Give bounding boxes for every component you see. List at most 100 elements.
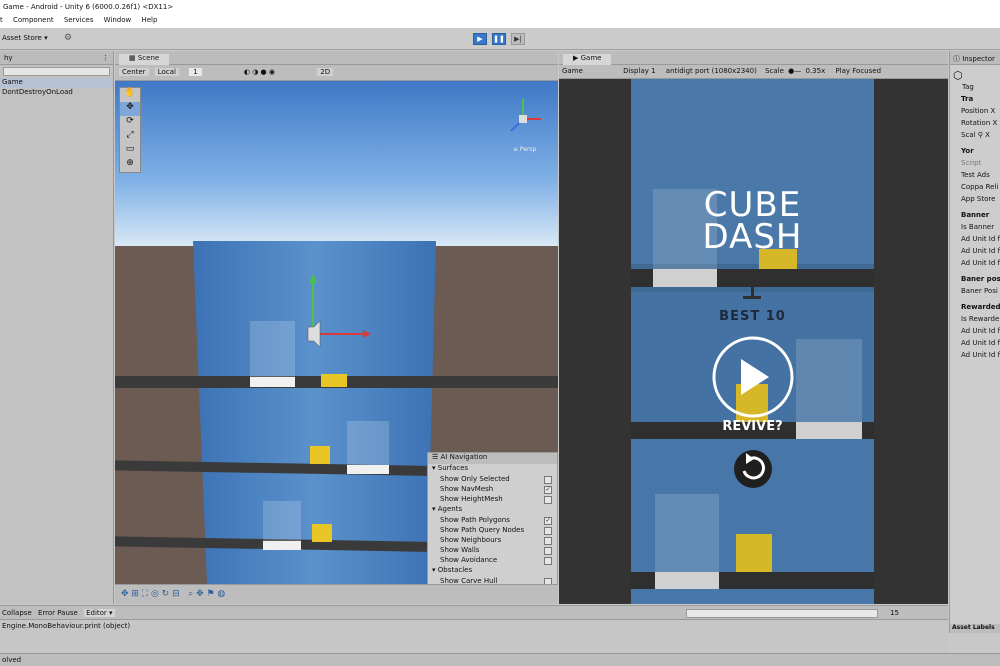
show-heightmesh-toggle[interactable]: Show HeightMesh (428, 495, 557, 505)
gizmo-icons[interactable]: ◐ ◑ ● ◉ (244, 68, 275, 76)
coppa-field[interactable]: Coppa Reli (950, 183, 1000, 195)
game-title-line2: DASH (702, 217, 803, 257)
hierarchy-search-input[interactable] (3, 67, 110, 76)
editor-dropdown[interactable]: Editor ▾ (84, 609, 115, 617)
pause-button[interactable]: ❚❚ (492, 33, 506, 45)
cloud-icon[interactable]: ⚙ (64, 33, 72, 43)
ad-unit-id-field[interactable]: Ad Unit Id f (950, 235, 1000, 247)
ad-unit-id-field[interactable]: Ad Unit Id f (950, 351, 1000, 363)
status-bar: olved (0, 653, 1000, 666)
play-mode-dropdown[interactable]: Play Focused (835, 67, 881, 75)
play-button-area[interactable] (849, 337, 850, 338)
show-path-query-nodes-toggle[interactable]: Show Path Query Nodes (428, 526, 557, 536)
2d-toggle[interactable]: 2D (317, 68, 334, 76)
rect-tool-icon[interactable]: ▭ (120, 144, 140, 158)
asset-labels-header[interactable]: Asset Labels (950, 624, 1000, 633)
rotate-tool-icon[interactable]: ⟳ (120, 116, 140, 130)
script-component-header[interactable]: Yor (950, 147, 1000, 159)
grid-snap-input[interactable]: 1 (189, 68, 202, 76)
hierarchy-search-row (0, 65, 113, 78)
checkbox[interactable] (544, 476, 552, 484)
rewarded-section: Rewarded (961, 303, 1000, 311)
rotation-x-field[interactable]: Rotation X (950, 119, 1000, 131)
inspector-header: ⬡ Tag (950, 65, 1000, 95)
asset-store-button[interactable]: Asset Store ▾ (2, 34, 48, 42)
show-navmesh-toggle[interactable]: Show NavMesh ✓ (428, 485, 557, 495)
move-tool-icon[interactable]: ✥ (120, 102, 140, 116)
inspector-panel: ⓘ Inspector ⬡ Tag Tra Position X Rotatio… (949, 51, 1000, 633)
game-tab[interactable]: ▶ Game (559, 51, 948, 65)
hierarchy-item-game[interactable]: Game (0, 78, 113, 88)
surfaces-section[interactable]: ▾ Surfaces (428, 464, 557, 475)
menu-bar: t Component Services Window Help (0, 14, 1000, 28)
hand-tool-icon[interactable]: ✋ (120, 88, 140, 102)
console-log-entry[interactable]: Engine.MonoBehaviour.print (object) (0, 620, 948, 632)
checkbox[interactable] (544, 537, 552, 545)
window-title: Game - Android - Unity 6 (6000.0.26f1) <… (0, 0, 1000, 14)
menu-item-help[interactable]: Help (141, 16, 157, 24)
game-mode-dropdown[interactable]: Game (562, 67, 583, 75)
console-panel: Collapse Error Pause Editor ▾ 15 Engine.… (0, 605, 948, 653)
hierarchy-panel: hy ⋮ Game DontDestroyOnLoad (0, 51, 114, 604)
game-panel: ▶ Game Game Display 1 antidigt port (108… (559, 51, 948, 604)
menu-item-component[interactable]: Component (13, 16, 54, 24)
hierarchy-item-dontdestroyonload[interactable]: DontDestroyOnLoad (0, 88, 113, 98)
is-banner-field[interactable]: Is Banner (950, 223, 1000, 235)
show-walls-toggle[interactable]: Show Walls (428, 546, 557, 556)
play-button[interactable]: ▶ (473, 33, 487, 45)
ad-unit-id-field[interactable]: Ad Unit Id f (950, 259, 1000, 271)
menu-item-services[interactable]: Services (64, 16, 94, 24)
ad-unit-id-field[interactable]: Ad Unit Id f (950, 247, 1000, 259)
scene-panel: ▦ Scene Center Local 1 ◐ ◑ ● ◉ 2D ≡ Pers… (115, 51, 558, 604)
is-rewarded-field[interactable]: Is Rewarde (950, 315, 1000, 327)
game-viewport[interactable]: CUBE DASH BEST 10 REVIVE? (631, 79, 874, 604)
app-store-field[interactable]: App Store (950, 195, 1000, 207)
scale-slider[interactable]: ●— (788, 67, 801, 75)
game-toolbar: Game Display 1 antidigt port (1080x2340)… (559, 65, 948, 79)
space-dropdown[interactable]: Local (154, 68, 179, 76)
menu-item-assets[interactable]: t (0, 16, 3, 24)
checkbox[interactable]: ✓ (544, 486, 552, 494)
transform-component-header[interactable]: Tra (950, 95, 1000, 107)
show-only-selected-toggle[interactable]: Show Only Selected (428, 475, 557, 485)
best-score: BEST 10 (719, 309, 786, 324)
obstacles-section[interactable]: ▾ Obstacles (428, 566, 557, 577)
scale-label: Scale (765, 67, 784, 75)
checkbox[interactable] (544, 527, 552, 535)
overlay-tool-icons[interactable]: ✥ ⊞ ⛶ ◎ ↻ ⊟ ⌕ ✥ ⚑ ◍ (121, 589, 225, 599)
unity-editor-window: Game - Android - Unity 6 (6000.0.26f1) <… (0, 0, 1000, 666)
menu-item-window[interactable]: Window (104, 16, 132, 24)
menu-dots-icon[interactable]: ⋮ (102, 54, 109, 62)
collapse-button[interactable]: Collapse (2, 609, 32, 617)
tag-label: Tag (962, 83, 974, 91)
banner-position-section: Baner posi (961, 275, 1000, 283)
checkbox[interactable] (544, 547, 552, 555)
error-pause-button[interactable]: Error Pause (38, 609, 78, 617)
position-x-field[interactable]: Position X (950, 107, 1000, 119)
ad-unit-id-field[interactable]: Ad Unit Id f (950, 327, 1000, 339)
display-dropdown[interactable]: Display 1 (623, 67, 655, 75)
test-ads-field[interactable]: Test Ads (950, 171, 1000, 183)
scale-tool-icon[interactable]: ⤢ (120, 130, 140, 144)
agents-section[interactable]: ▾ Agents (428, 505, 557, 516)
show-avoidance-toggle[interactable]: Show Avoidance (428, 556, 557, 566)
pivot-dropdown[interactable]: Center (119, 68, 149, 76)
hierarchy-tab[interactable]: hy ⋮ (0, 51, 113, 65)
step-button[interactable]: ▶| (511, 33, 525, 45)
banner-position-field[interactable]: Baner Posi (950, 287, 1000, 299)
cube-icon: ⬡ (953, 69, 963, 82)
ad-unit-id-field[interactable]: Ad Unit Id f (950, 339, 1000, 351)
checkbox[interactable] (544, 557, 552, 565)
inspector-tab[interactable]: ⓘ Inspector (950, 51, 1000, 65)
show-path-polygons-toggle[interactable]: Show Path Polygons ✓ (428, 516, 557, 526)
console-search-input[interactable] (686, 609, 878, 618)
show-neighbours-toggle[interactable]: Show Neighbours (428, 536, 557, 546)
checkbox[interactable]: ✓ (544, 517, 552, 525)
console-message-count[interactable]: 15 (890, 609, 899, 617)
checkbox[interactable] (544, 496, 552, 504)
scale-x-field[interactable]: Scal ⚲ X (950, 131, 1000, 143)
resolution-dropdown[interactable]: antidigt port (1080x2340) (666, 67, 757, 75)
transform-tool-icon[interactable]: ⊕ (120, 158, 140, 172)
revive-label[interactable]: REVIVE? (631, 419, 874, 434)
scene-tab[interactable]: ▦ Scene (115, 51, 558, 65)
